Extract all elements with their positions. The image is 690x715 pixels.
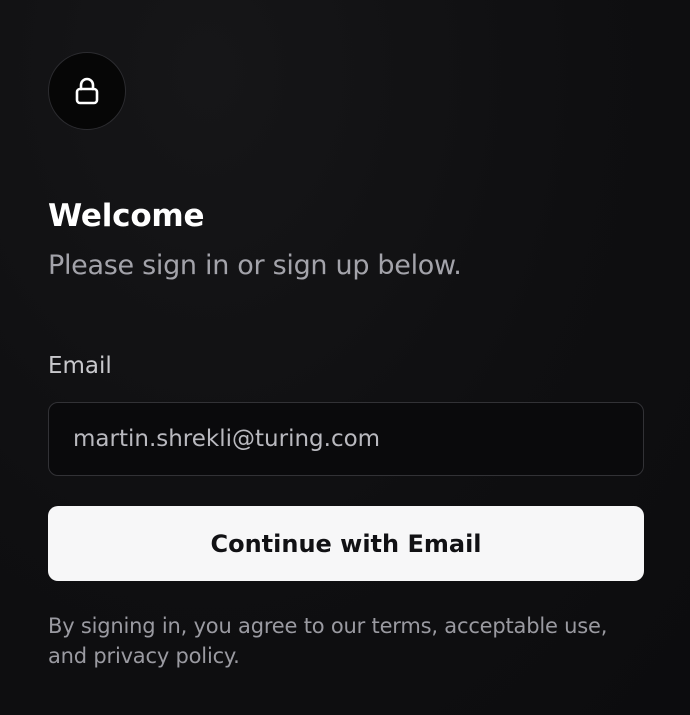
welcome-subtitle: Please sign in or sign up below. [48,250,462,281]
welcome-title: Welcome [48,198,205,234]
email-label: Email [48,353,112,379]
email-field[interactable] [48,402,644,476]
lock-icon [70,74,104,108]
sign-in-panel: Welcome Please sign in or sign up below.… [0,0,690,715]
legal-notice: By signing in, you agree to our terms, a… [48,614,608,668]
continue-with-email-button[interactable]: Continue with Email [48,506,644,581]
lock-badge [48,52,126,130]
